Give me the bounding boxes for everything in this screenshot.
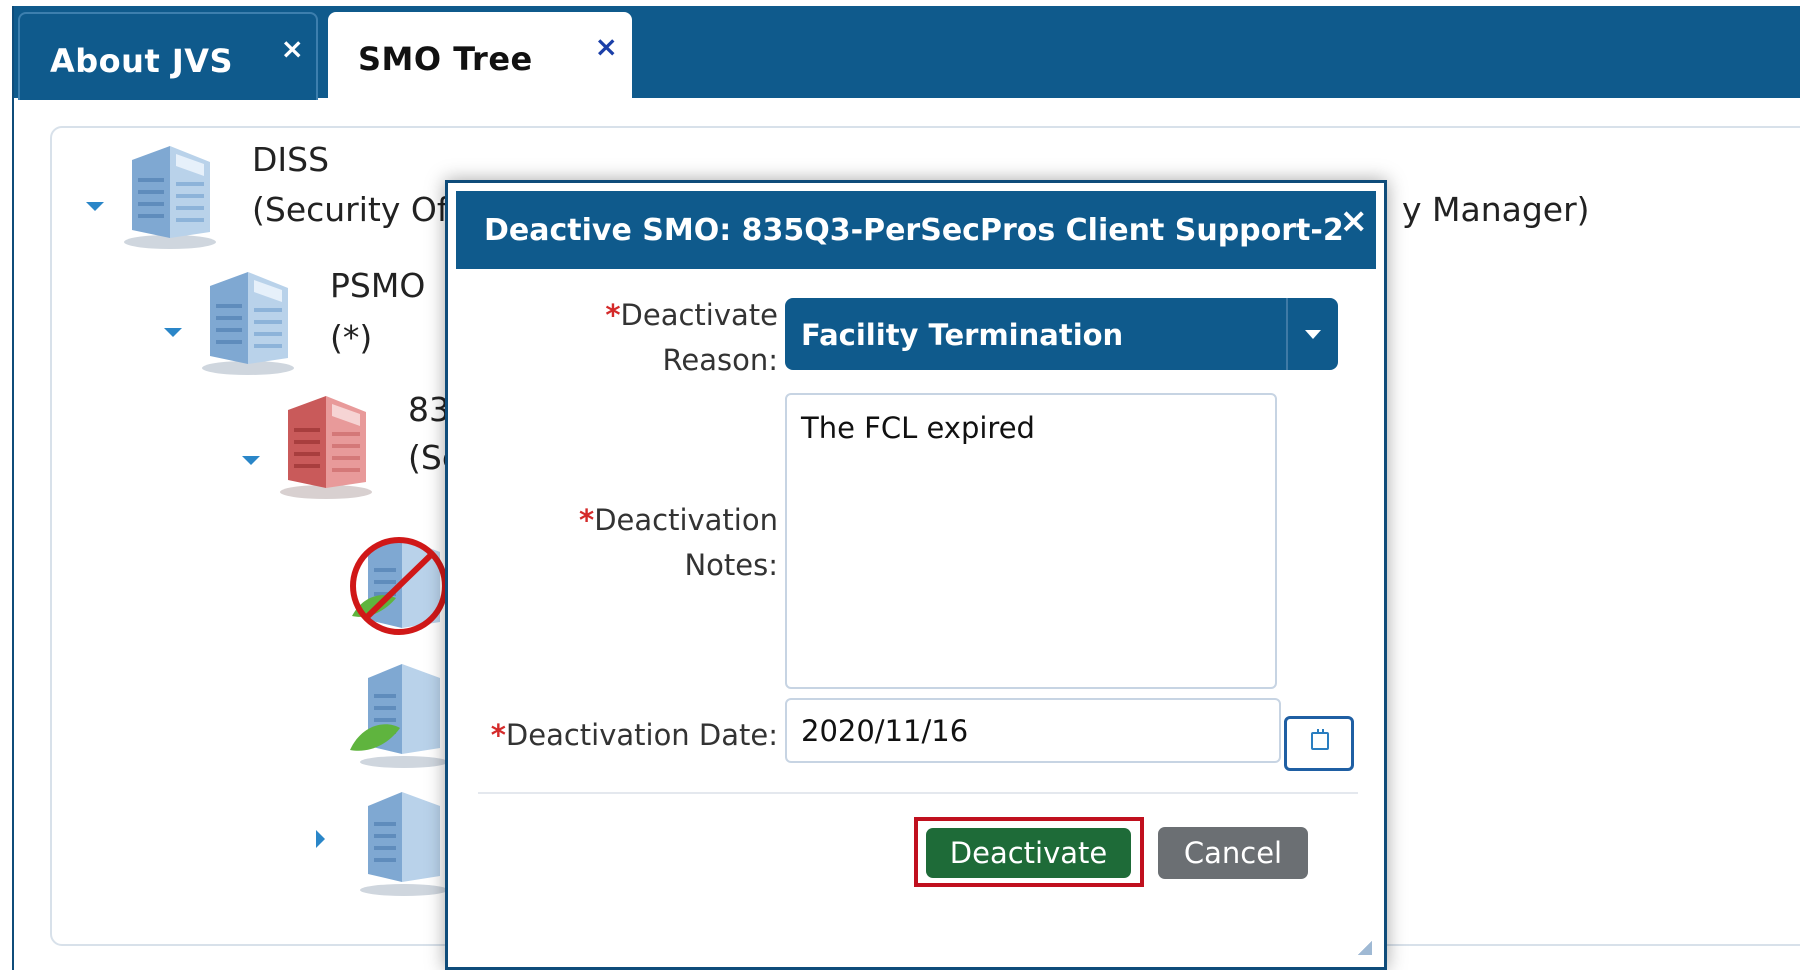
tab-smo-tree[interactable]: SMO Tree × — [328, 12, 632, 100]
dropdown-toggle[interactable] — [1286, 298, 1338, 370]
calendar-button[interactable] — [1284, 716, 1354, 771]
label-text: Deactivation Date: — [505, 718, 778, 752]
deactivation-notes-field[interactable]: The FCL expired — [785, 393, 1277, 689]
building-icon — [202, 272, 294, 375]
deactivation-date-field[interactable] — [785, 698, 1281, 763]
building-icon — [124, 146, 216, 249]
label-text: Reason: — [662, 343, 778, 377]
close-icon[interactable]: × — [595, 30, 618, 63]
dialog-title: Deactive SMO: 835Q3-PerSecPros Client Su… — [484, 213, 1344, 248]
deactivate-reason-select[interactable]: Facility Termination — [785, 298, 1338, 370]
label-text: Deactivate — [620, 298, 778, 332]
resize-grip[interactable] — [1358, 941, 1372, 955]
required-marker: * — [605, 298, 621, 332]
building-red-icon — [280, 396, 372, 499]
close-icon[interactable]: × — [281, 32, 304, 65]
select-value: Facility Termination — [801, 318, 1124, 352]
building-icon — [360, 792, 448, 896]
building-deactivated-icon — [350, 537, 448, 635]
tree-node-title[interactable]: DISS — [252, 140, 329, 179]
notes-label: *Deactivation Notes: — [508, 498, 778, 588]
tab-label: SMO Tree — [358, 40, 533, 78]
close-icon[interactable]: × — [1340, 201, 1369, 241]
label-text: Deactivation — [594, 503, 778, 537]
tab-label: About JVS — [50, 42, 234, 80]
tree-node-subtitle: y Manager) — [1402, 190, 1590, 229]
label-text: Notes: — [684, 548, 778, 582]
deactivate-smo-dialog: Deactive SMO: 835Q3-PerSecPros Client Su… — [445, 180, 1387, 970]
tree-node-subtitle: (*) — [330, 318, 373, 357]
tab-about-jvs[interactable]: About JVS × — [18, 12, 318, 100]
expand-toggle[interactable] — [242, 456, 260, 465]
tab-bar: About JVS × SMO Tree × — [14, 6, 1800, 100]
cancel-button[interactable]: Cancel — [1158, 827, 1308, 879]
expand-toggle[interactable] — [316, 830, 325, 848]
chevron-down-icon — [1305, 330, 1321, 339]
expand-toggle[interactable] — [164, 328, 182, 337]
required-marker: * — [490, 718, 506, 752]
date-label: *Deactivation Date: — [468, 713, 778, 758]
dialog-header[interactable]: Deactive SMO: 835Q3-PerSecPros Client Su… — [456, 191, 1376, 269]
calendar-icon — [1311, 729, 1329, 750]
deactivate-button[interactable]: Deactivate — [926, 828, 1131, 878]
divider — [478, 792, 1358, 794]
required-marker: * — [579, 503, 595, 537]
tree-node-title[interactable]: PSMO — [330, 266, 425, 305]
building-leaf-icon — [350, 664, 448, 768]
tree-node-subtitle: (Security Off — [252, 190, 460, 229]
expand-toggle[interactable] — [86, 202, 104, 211]
reason-label: *Deactivate Reason: — [548, 293, 778, 383]
